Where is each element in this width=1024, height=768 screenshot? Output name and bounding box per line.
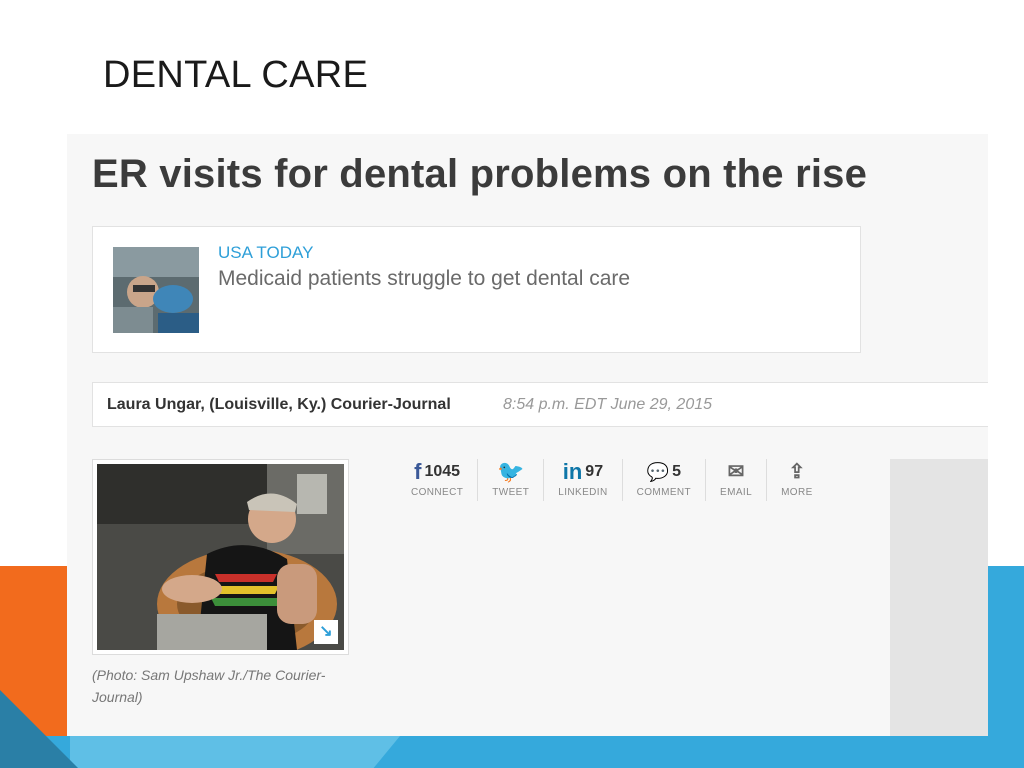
related-story-thumbnail [113, 247, 199, 333]
slide-title: DENTAL CARE [103, 54, 369, 96]
light-blue-band [70, 736, 400, 768]
share-count: 5 [672, 463, 681, 480]
share-label: LINKEDIN [558, 487, 608, 498]
twitter-icon: 🐦 [497, 459, 525, 484]
article-headline: ER visits for dental problems on the ris… [92, 152, 868, 196]
share-count: 1045 [424, 463, 461, 480]
social-share-bar: f 1045 CONNECT 🐦 TWEET in 97 LINKEDIN 💬 … [397, 459, 827, 509]
ad-placeholder [890, 459, 988, 736]
share-twitter-button[interactable]: 🐦 TWEET [478, 459, 545, 501]
share-email-button[interactable]: ✉ EMAIL [706, 459, 768, 501]
email-icon: ✉ [727, 461, 745, 483]
related-story-source: USA TODAY [218, 243, 314, 262]
share-label: COMMENT [636, 487, 692, 498]
facebook-icon: f [414, 459, 422, 484]
photo-image: ↘ [97, 464, 344, 650]
expand-photo-icon[interactable]: ↘ [314, 620, 338, 644]
share-linkedin-button[interactable]: in 97 LINKEDIN [544, 459, 623, 501]
share-more-button[interactable]: ⇪ MORE [767, 459, 827, 501]
share-label: TWEET [492, 487, 530, 498]
linkedin-icon: in [562, 459, 583, 484]
share-facebook-button[interactable]: f 1045 CONNECT [397, 459, 479, 501]
related-story-card[interactable]: USA TODAY Medicaid patients struggle to … [92, 226, 861, 353]
article-screenshot: ER visits for dental problems on the ris… [67, 134, 988, 736]
photo-caption: (Photo: Sam Upshaw Jr./The Courier-Journ… [92, 667, 326, 705]
share-label: EMAIL [720, 487, 753, 498]
related-story-title[interactable]: Medicaid patients struggle to get dental… [218, 267, 630, 291]
share-comment-button[interactable]: 💬 5 COMMENT [623, 459, 707, 501]
share-more-icon: ⇪ [788, 461, 806, 483]
share-label: CONNECT [411, 487, 464, 498]
share-label: MORE [781, 487, 813, 498]
comment-icon: 💬 [646, 462, 670, 482]
article-photo[interactable]: ↘ [92, 459, 349, 655]
byline-author[interactable]: Laura Ungar, (Louisville, Ky.) Courier-J… [107, 396, 451, 414]
byline-bar: Laura Ungar, (Louisville, Ky.) Courier-J… [92, 382, 988, 427]
byline-timestamp: 8:54 p.m. EDT June 29, 2015 [503, 396, 713, 413]
share-count: 97 [585, 463, 604, 480]
